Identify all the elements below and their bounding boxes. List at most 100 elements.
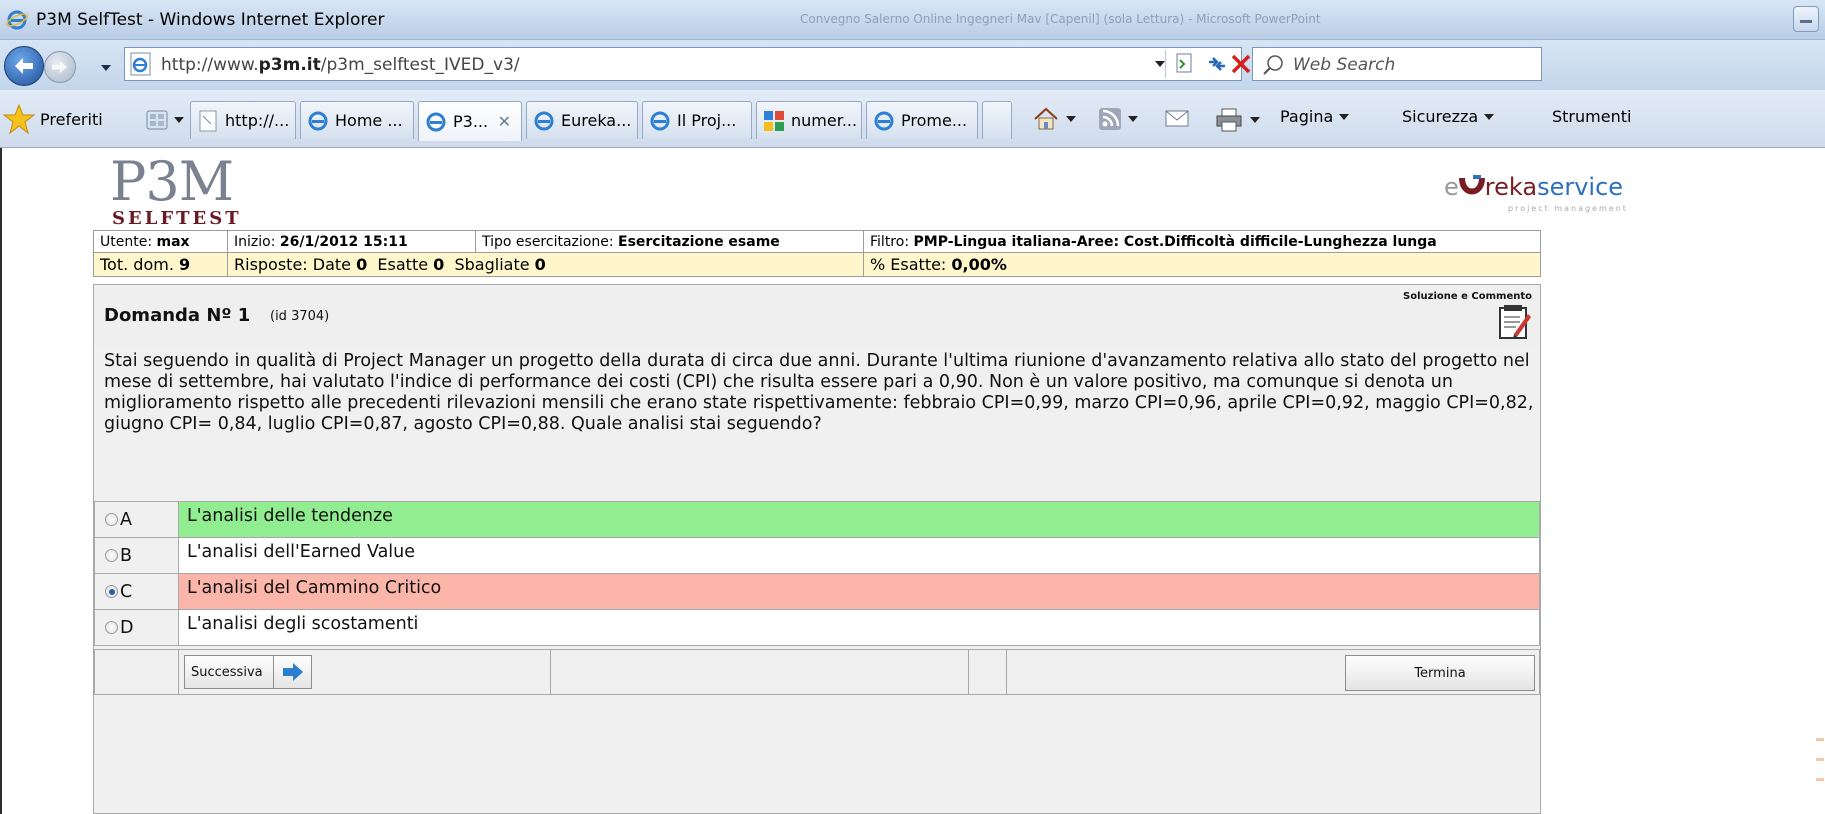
answer-row-c[interactable]: C L'analisi del Cammino Critico: [94, 573, 1540, 610]
ie-icon: [426, 112, 446, 131]
minimize-button[interactable]: [1793, 6, 1819, 32]
print-icon: [1216, 108, 1242, 132]
home-dropdown[interactable]: [1066, 116, 1076, 122]
page-icon: [199, 110, 217, 131]
search-field[interactable]: Web Search: [1252, 47, 1542, 81]
favorites-label: Preferiti: [40, 109, 103, 129]
answer-row-b[interactable]: B L'analisi dell'Earned Value: [94, 537, 1540, 574]
tab-label: http://...: [225, 111, 290, 130]
session-info-table: Utente: max Inizio: 26/1/2012 15:11 Tipo…: [93, 230, 1541, 277]
answer-text: L'analisi degli scostamenti: [178, 609, 1540, 646]
address-bar: http://www.p3m.it/p3m_selftest_IVED_v3/ …: [0, 40, 1825, 90]
solution-comment-button[interactable]: Soluzione e Commento: [1403, 291, 1532, 342]
google-icon: [764, 110, 784, 131]
eureka-u-icon: [1458, 175, 1485, 195]
strumenti-menu[interactable]: Strumenti: [1552, 107, 1631, 126]
forward-button[interactable]: [44, 51, 76, 83]
sicurezza-label: Sicurezza: [1402, 107, 1479, 126]
tipo-cell: Tipo esercitazione: Esercitazione esame: [475, 230, 864, 253]
strumenti-label: Strumenti: [1552, 107, 1632, 126]
page-icon: [130, 52, 151, 76]
answer-text: L'analisi del Cammino Critico: [178, 573, 1540, 610]
tab-label: Eureka...: [561, 111, 632, 130]
tab-label: Prome...: [901, 111, 968, 130]
back-arrow-icon: [15, 58, 33, 74]
tab-prome[interactable]: Prome...: [866, 101, 978, 139]
answer-row-a[interactable]: A L'analisi delle tendenze: [94, 501, 1540, 538]
tab-numer[interactable]: numer...: [756, 101, 862, 139]
background-window-title: Convegno Salerno Online Ingegneri Mav [C…: [800, 12, 1321, 26]
tab-label: Home ...: [335, 111, 403, 130]
home-button[interactable]: [1032, 107, 1076, 131]
question-number: Domanda Nº 1: [104, 305, 251, 326]
chevron-down-icon: [1339, 113, 1350, 120]
feeds-dropdown[interactable]: [1128, 116, 1138, 122]
stop-icon[interactable]: [1228, 51, 1254, 77]
favorites-button[interactable]: Preferiti: [2, 102, 103, 136]
answer-option[interactable]: B: [94, 537, 179, 574]
answer-row-d[interactable]: D L'analisi degli scostamenti: [94, 609, 1540, 646]
question-id: (id 3704): [270, 309, 330, 324]
search-icon: [1263, 55, 1283, 75]
quick-tabs-icon: [146, 110, 168, 130]
ie-icon: [534, 111, 554, 130]
tab-il-proj[interactable]: Il Proj...: [642, 101, 752, 139]
pagina-menu[interactable]: Pagina: [1280, 107, 1350, 126]
new-tab-button[interactable]: [982, 101, 1012, 139]
tab-label: P3...: [453, 112, 489, 131]
radio-b[interactable]: [105, 549, 118, 562]
tab-list-dropdown[interactable]: [174, 117, 184, 123]
arrow-right-icon: [282, 663, 303, 681]
quick-tabs-button[interactable]: [146, 110, 184, 130]
rss-icon: [1099, 108, 1121, 130]
tab-http[interactable]: http://...: [190, 101, 296, 139]
end-button[interactable]: Termina: [1345, 655, 1535, 691]
sicurezza-menu[interactable]: Sicurezza: [1402, 107, 1495, 126]
filtro-cell: Filtro: PMP-Lingua italiana-Aree: Cost.D…: [863, 230, 1541, 253]
question-header: Domanda Nº 1 (id 3704) Soluzione e Comme…: [94, 285, 1540, 347]
mail-icon: [1165, 110, 1189, 127]
totdom-cell: Tot. dom. 9: [93, 252, 228, 277]
tab-bar: Preferiti http://... Home ... P3... ✕ Eu…: [0, 90, 1825, 148]
answer-option[interactable]: D: [94, 609, 179, 646]
tab-p3m-active[interactable]: P3... ✕: [418, 101, 522, 141]
ie-logo-icon: [6, 10, 28, 30]
close-tab-icon[interactable]: ✕: [498, 112, 511, 131]
risposte-cell: Risposte: Date 0 Esatte 0 Sbagliate 0: [227, 252, 864, 277]
ie-icon: [650, 111, 670, 130]
answer-text: L'analisi dell'Earned Value: [178, 537, 1540, 574]
tab-home[interactable]: Home ...: [300, 101, 414, 139]
feeds-button[interactable]: [1098, 107, 1138, 131]
back-button[interactable]: [4, 46, 44, 86]
ie-icon: [308, 111, 328, 130]
tab-label: numer...: [791, 111, 858, 130]
utente-cell: Utente: max: [93, 230, 228, 253]
refresh-icon[interactable]: [1204, 51, 1230, 77]
page-content: P3M SELFTEST e rekaservice project manage…: [0, 148, 1825, 814]
window-title: P3M SelfTest - Windows Internet Explorer: [36, 10, 385, 30]
next-button[interactable]: Successiva: [184, 655, 312, 689]
eureka-logo: e rekaservice project management: [1444, 173, 1628, 213]
star-icon: [2, 103, 36, 135]
notepad-icon: [1499, 305, 1531, 339]
answers-table: A L'analisi delle tendenze B L'analisi d…: [94, 501, 1540, 646]
url-field[interactable]: http://www.p3m.it/p3m_selftest_IVED_v3/: [124, 47, 1251, 81]
print-button[interactable]: [1214, 107, 1260, 133]
recent-pages-dropdown[interactable]: [101, 65, 111, 71]
url-dropdown[interactable]: [1155, 61, 1165, 67]
question-text: Stai seguendo in qualità di Project Mana…: [104, 351, 1534, 434]
tab-label: Il Proj...: [677, 111, 737, 130]
solution-label: Soluzione e Commento: [1403, 291, 1532, 302]
read-mail-button[interactable]: [1164, 107, 1190, 129]
radio-a[interactable]: [105, 513, 118, 526]
tab-eureka[interactable]: Eureka...: [526, 101, 638, 139]
radio-d[interactable]: [105, 621, 118, 634]
answer-option[interactable]: A: [94, 501, 179, 538]
decorative-edge-icon: [1816, 738, 1824, 781]
print-dropdown[interactable]: [1250, 117, 1260, 123]
search-placeholder: Web Search: [1293, 55, 1396, 75]
answer-option[interactable]: C: [94, 573, 179, 610]
radio-c-selected[interactable]: [105, 585, 118, 598]
chevron-down-icon: [1484, 113, 1495, 120]
compatibility-view-icon[interactable]: [1171, 51, 1197, 77]
